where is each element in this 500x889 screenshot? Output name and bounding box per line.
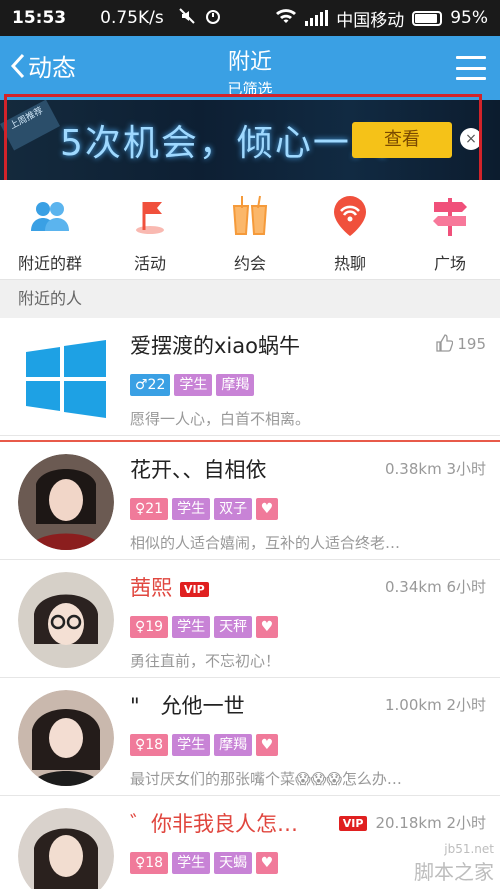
signature: 最讨厌女们的那张嘴个菜😱😱😱怎么办… [130,770,402,788]
distance-time: 20.18km 2小时 [375,814,486,832]
heart-icon: ♥ [256,852,279,874]
occupation-tag: 学生 [172,616,211,638]
flag-icon [128,194,172,238]
people-list: 爱摆渡的xiao蜗牛 195 ♂22 学生 摩羯 愿得一人心，白首不相离。 花开… [0,318,500,889]
top-nav-bar: 动态 附近 已筛选 [0,36,500,100]
page-title: 附近 [227,50,272,75]
category-activity[interactable]: 活动 [100,180,200,279]
menu-icon[interactable] [456,56,486,80]
list-item[interactable]: 花开、、自相依 0.38km 3小时 ♀21 学生 双子 ♥ 相似的人适合嬉闹，… [0,442,500,560]
tag-row: ♀18 学生 摩羯 ♥ [130,734,279,756]
person-name: 茜熙 [130,576,172,600]
wifi-icon [275,8,297,29]
category-label: 活动 [133,254,166,273]
watermark: jb51.net 脚本之家 [414,842,494,885]
gender-age-badge: ♂22 [130,374,171,396]
category-label: 约会 [233,254,266,273]
mute-icon [178,7,196,30]
signature: 相似的人适合嬉闹，互补的人适合终老… [130,534,401,552]
category-hot-chat[interactable]: 热聊 [300,180,400,279]
distance-time: 0.34km 6小时 [384,578,486,596]
like-count-value: 195 [457,335,486,353]
network-speed: 0.75K/s [100,8,164,28]
heart-icon: ♥ [256,616,279,638]
person-name: " 允他一世 [130,694,245,718]
category-square[interactable]: 广场 [400,180,500,279]
category-dating[interactable]: 约会 [200,180,300,279]
occupation-tag: 学生 [172,498,211,520]
thumbs-up-icon [435,334,453,352]
avatar [18,572,114,668]
zodiac-tag: 双子 [214,498,253,520]
tag-row: ♀18 学生 天蝎 ♥ [130,852,279,874]
vip-badge: VIP [338,816,368,831]
battery-icon [412,10,443,26]
group-icon [28,194,72,238]
category-bar: 附近的群 活动 约会 热聊 广场 [0,180,500,280]
category-label: 热聊 [333,254,366,273]
gender-age-badge: ♀18 [130,734,169,756]
like-count[interactable]: 195 [435,334,486,353]
gender-age-badge: ♀19 [130,616,169,638]
list-item[interactable]: 茜熙 VIP 0.34km 6小时 ♀19 学生 天秤 ♥ 勇往直前，不忘初心！ [0,560,500,678]
title-area: 附近 已筛选 [0,44,500,99]
list-item[interactable]: 爱摆渡的xiao蜗牛 195 ♂22 学生 摩羯 愿得一人心，白首不相离。 [0,318,500,436]
category-label: 广场 [433,254,466,273]
section-header: 附近的人 [0,280,500,318]
occupation-tag: 学生 [172,852,211,874]
person-name: ゛你非我良人怎… [130,812,298,836]
cell-signal-icon [305,10,329,26]
person-name-wrap: 茜熙 VIP [130,572,209,602]
carrier-name: 中国移动 [336,10,405,31]
signature: 勇往直前，不忘初心！ [130,652,281,670]
occupation-tag: 学生 [172,734,211,756]
category-label: 附近的群 [17,254,82,273]
vip-badge: VIP [180,581,209,597]
clock: 15:53 [12,8,67,28]
drinks-icon [228,194,272,238]
zodiac-tag: 天秤 [214,616,253,638]
tag-row: ♀19 学生 天秤 ♥ [130,616,279,638]
signpost-icon [428,194,472,238]
heart-icon: ♥ [256,734,279,756]
avatar [18,690,114,786]
gender-age-badge: ♀21 [130,498,169,520]
watermark-url: jb51.net [444,842,494,856]
signature: 愿得一人心，白首不相离。 [130,410,311,428]
distance-time: 1.00km 2小时 [384,696,486,714]
distance-time-wrap: VIP 20.18km 2小时 [331,812,486,833]
occupation-tag: 学生 [174,374,213,396]
battery-percent: 95% [450,8,488,28]
tag-row: ♂22 学生 摩羯 [130,374,255,396]
zodiac-tag: 摩羯 [214,734,253,756]
wifi-pin-icon [328,194,372,238]
list-item[interactable]: " 允他一世 1.00km 2小时 ♀18 学生 摩羯 ♥ 最讨厌女们的那张嘴个… [0,678,500,796]
alarm-icon [204,7,222,30]
status-bar: 15:53 0.75K/s 中国移动 95% [0,0,500,36]
heart-icon: ♥ [256,498,279,520]
avatar [18,454,114,550]
gender-age-badge: ♀18 [130,852,169,874]
person-name: 花开、、自相依 [130,458,267,482]
category-nearby-groups[interactable]: 附近的群 [0,180,100,279]
zodiac-tag: 天蝎 [214,852,253,874]
tag-row: ♀21 学生 双子 ♥ [130,498,279,520]
avatar [18,808,114,889]
person-name: 爱摆渡的xiao蜗牛 [130,334,300,358]
windows-logo-icon [18,330,114,426]
distance-time: 0.38km 3小时 [384,460,486,478]
watermark-text: 脚本之家 [414,860,494,884]
zodiac-tag: 摩羯 [216,374,255,396]
highlight-outline [4,94,482,186]
